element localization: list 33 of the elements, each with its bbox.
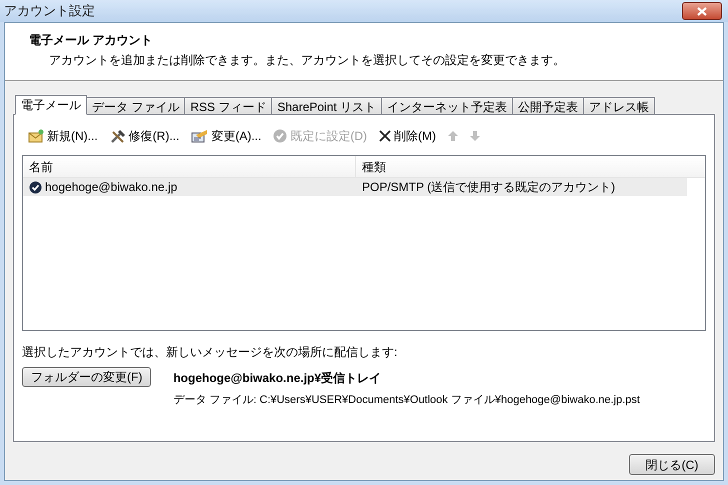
account-name: hogehoge@biwako.ne.jp xyxy=(45,179,178,196)
column-header[interactable]: 種類 xyxy=(356,156,705,177)
header-description: アカウントを追加または削除できます。また、アカウントを選択してその設定を変更できます。 xyxy=(48,52,566,69)
envelope-icon xyxy=(28,129,44,143)
tab[interactable]: インターネット予定表 xyxy=(381,97,514,115)
delivery-folder: hogehoge@biwako.ne.jp¥受信トレイ xyxy=(173,370,382,387)
change-button[interactable]: 変更(A)... xyxy=(189,125,264,147)
tab[interactable]: 電子メール xyxy=(15,95,87,115)
tab[interactable]: 公開予定表 xyxy=(512,97,584,115)
account-row[interactable]: hogehoge@biwako.ne.jp POP/SMTP (送信で使用する既定のアカウント) xyxy=(23,178,687,196)
data-file-path: データ ファイル: C:¥Users¥USER¥Documents¥Outlook ファイル¥hogehoge@biwako.ne.jp.pst xyxy=(173,393,640,408)
header-title: 電子メール アカウント xyxy=(29,32,154,49)
tab[interactable]: SharePoint リスト xyxy=(271,97,382,115)
tab[interactable]: データ ファイル xyxy=(86,97,186,115)
tools-icon xyxy=(110,128,126,144)
delete-button[interactable]: 削除(M) xyxy=(377,125,438,147)
down-arrow-icon xyxy=(470,131,480,141)
column-header[interactable]: 名前 xyxy=(23,156,356,177)
close-dialog-button[interactable]: 閉じる(C) xyxy=(629,454,715,475)
account-type: POP/SMTP (送信で使用する既定のアカウント) xyxy=(361,179,616,196)
delivery-label: 選択したアカウントでは、新しいメッセージを次の場所に配信します: xyxy=(22,344,398,361)
tab[interactable]: アドレス帳 xyxy=(583,97,656,115)
card-icon xyxy=(191,129,208,143)
delete-icon xyxy=(379,130,392,142)
new-button[interactable]: 新規(N)... xyxy=(26,125,100,147)
repair-button[interactable]: 修復(R)... xyxy=(108,125,182,147)
up-arrow-icon xyxy=(448,131,458,141)
close-button[interactable] xyxy=(682,2,722,20)
tab[interactable]: RSS フィード xyxy=(184,97,272,115)
change-folder-button[interactable]: フォルダーの変更(F) xyxy=(22,367,152,387)
check-circle-icon xyxy=(273,129,288,143)
close-icon xyxy=(697,6,707,16)
window-title: アカウント設定 xyxy=(4,2,95,20)
